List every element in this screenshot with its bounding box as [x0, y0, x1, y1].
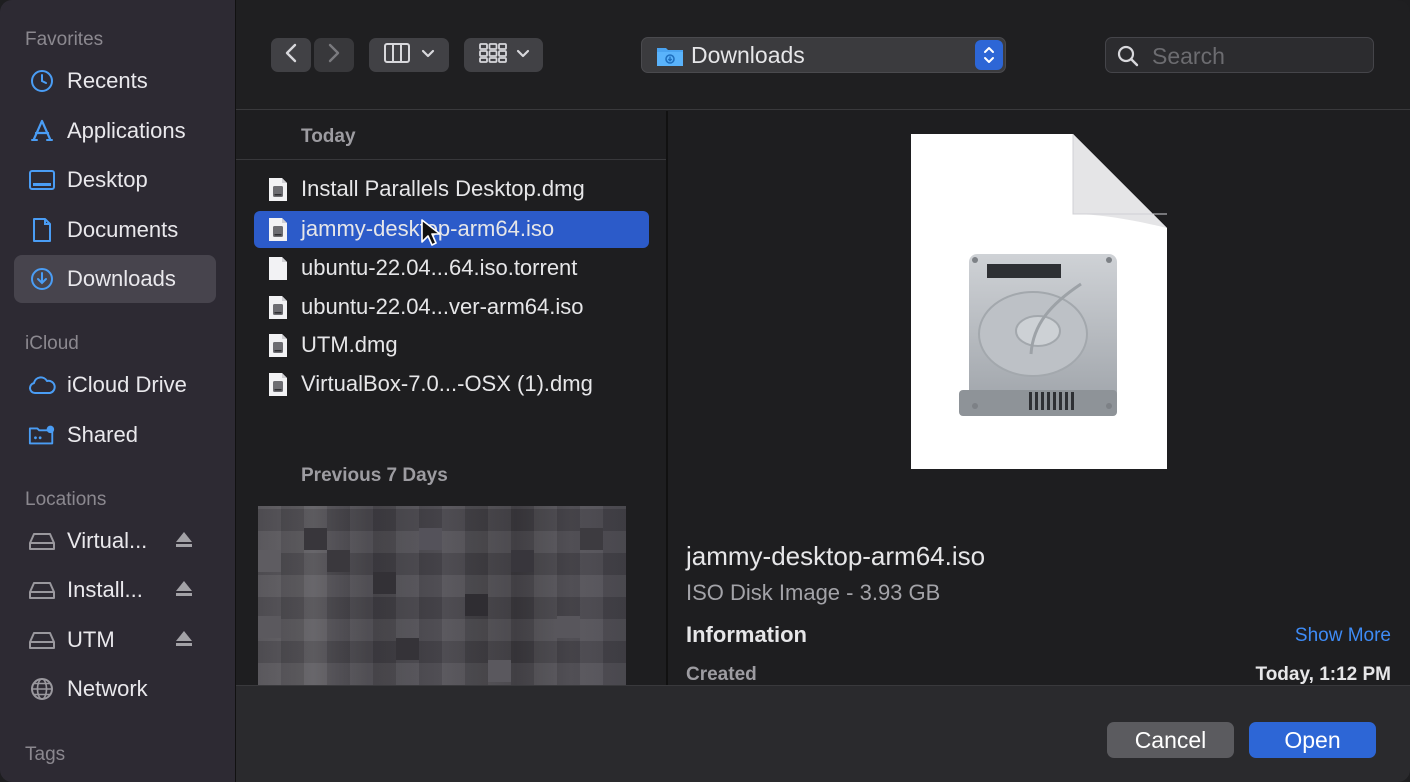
folder-icon: [656, 44, 684, 68]
tags-header: Tags: [25, 744, 66, 765]
disk-image-file-icon: [268, 295, 288, 320]
drive-icon: [28, 529, 56, 553]
open-button[interactable]: Open: [1249, 722, 1376, 758]
file-list-column[interactable]: Today Install Parallels Desktop.dmg jamm…: [236, 111, 667, 685]
toolbar: Downloads: [236, 0, 1410, 110]
sidebar-item-label: Virtual...: [67, 528, 148, 553]
chevron-right-icon: [327, 43, 341, 68]
sidebar-item-network[interactable]: Network: [14, 665, 216, 713]
group-by-button[interactable]: [464, 38, 543, 72]
desktop-icon: [28, 168, 56, 192]
redacted-file-list: [258, 506, 626, 685]
disk-image-thumbnail: [911, 134, 1167, 469]
sidebar-item-recents[interactable]: Recents: [14, 57, 216, 105]
sidebar: Favorites Recents Applications Desktop D…: [0, 0, 236, 782]
created-value: Today, 1:12 PM: [1255, 664, 1392, 685]
clock-icon: [28, 69, 56, 93]
file-row-selected[interactable]: jammy-desktop-arm64.iso: [254, 211, 649, 248]
sidebar-item-label: Network: [67, 676, 148, 701]
eject-icon[interactable]: [174, 531, 196, 551]
blank-file-icon: [268, 256, 288, 281]
document-icon: [28, 218, 56, 242]
file-row[interactable]: ubuntu-22.04...ver-arm64.iso: [254, 289, 649, 326]
downloads-icon: [28, 267, 56, 291]
search-input[interactable]: [1152, 42, 1362, 70]
grid-icon: [478, 42, 508, 69]
sidebar-item-documents[interactable]: Documents: [14, 206, 216, 254]
file-name: Install Parallels Desktop.dmg: [301, 176, 585, 201]
view-mode-button[interactable]: [369, 38, 449, 72]
group-header-previous-7-days: Previous 7 Days: [301, 465, 448, 486]
icloud-header: iCloud: [25, 333, 79, 354]
dialog-footer: Cancel Open: [236, 685, 1410, 782]
forward-button[interactable]: [314, 38, 354, 72]
created-label: Created: [686, 664, 757, 685]
divider: [236, 159, 667, 160]
file-row[interactable]: Install Parallels Desktop.dmg: [254, 171, 649, 208]
information-heading: Information: [686, 622, 807, 647]
eject-icon[interactable]: [174, 580, 196, 600]
file-row[interactable]: UTM.dmg: [254, 327, 649, 364]
globe-icon: [28, 677, 56, 701]
sidebar-item-label: Desktop: [67, 167, 148, 192]
show-more-link[interactable]: Show More: [1295, 625, 1391, 647]
current-folder-label: Downloads: [691, 42, 805, 68]
sidebar-item-applications[interactable]: Applications: [14, 107, 216, 155]
disk-image-file-icon: [268, 177, 288, 202]
sidebar-item-virtualbox-volume[interactable]: Virtual...: [14, 517, 216, 565]
back-button[interactable]: [271, 38, 311, 72]
sidebar-item-utm-volume[interactable]: UTM: [14, 616, 216, 664]
file-name: ubuntu-22.04...ver-arm64.iso: [301, 294, 584, 319]
shared-folder-icon: [28, 423, 56, 447]
mouse-cursor-icon: [420, 218, 441, 248]
sidebar-item-label: Install...: [67, 577, 143, 602]
sidebar-item-label: Applications: [67, 118, 186, 143]
file-name: ubuntu-22.04...64.iso.torrent: [301, 255, 578, 280]
location-popup[interactable]: Downloads: [641, 37, 1006, 73]
eject-icon[interactable]: [174, 630, 196, 650]
applications-icon: [28, 119, 56, 143]
disk-image-file-icon: [268, 333, 288, 358]
locations-header: Locations: [25, 489, 107, 510]
columns-view-icon: [383, 42, 413, 69]
preview-pane: jammy-desktop-arm64.iso ISO Disk Image -…: [668, 111, 1410, 685]
chevron-down-icon: [516, 46, 530, 64]
cloud-icon: [28, 373, 56, 397]
sidebar-item-shared[interactable]: Shared: [14, 411, 216, 459]
sidebar-item-label: UTM: [67, 627, 115, 652]
preview-kind-size: ISO Disk Image - 3.93 GB: [686, 580, 941, 605]
chevron-left-icon: [284, 43, 298, 68]
file-name: VirtualBox-7.0...-OSX (1).dmg: [301, 371, 593, 396]
sidebar-item-desktop[interactable]: Desktop: [14, 156, 216, 204]
sidebar-item-label: iCloud Drive: [67, 372, 187, 397]
group-header-today: Today: [301, 126, 356, 147]
cancel-button[interactable]: Cancel: [1107, 722, 1234, 758]
search-field[interactable]: [1105, 37, 1374, 73]
drive-icon: [28, 578, 56, 602]
preview-filename: jammy-desktop-arm64.iso: [686, 541, 986, 571]
file-open-dialog: Favorites Recents Applications Desktop D…: [0, 0, 1410, 782]
disk-image-file-icon: [268, 372, 288, 397]
sidebar-item-label: Downloads: [67, 266, 176, 291]
file-name: UTM.dmg: [301, 332, 398, 357]
chevron-down-icon: [421, 46, 435, 64]
file-row[interactable]: VirtualBox-7.0...-OSX (1).dmg: [254, 366, 649, 403]
sidebar-item-downloads[interactable]: Downloads: [14, 255, 216, 303]
updown-chevron-icon: [975, 40, 1003, 70]
sidebar-item-label: Documents: [67, 217, 179, 242]
sidebar-item-install-volume[interactable]: Install...: [14, 566, 216, 614]
sidebar-item-icloud-drive[interactable]: iCloud Drive: [14, 361, 216, 409]
sidebar-item-label: Recents: [67, 68, 148, 93]
drive-icon: [28, 628, 56, 652]
search-icon: [1116, 44, 1140, 68]
disk-image-file-icon: [268, 217, 288, 242]
file-row[interactable]: ubuntu-22.04...64.iso.torrent: [254, 250, 649, 287]
sidebar-item-label: Shared: [67, 422, 138, 447]
favorites-header: Favorites: [25, 29, 104, 50]
